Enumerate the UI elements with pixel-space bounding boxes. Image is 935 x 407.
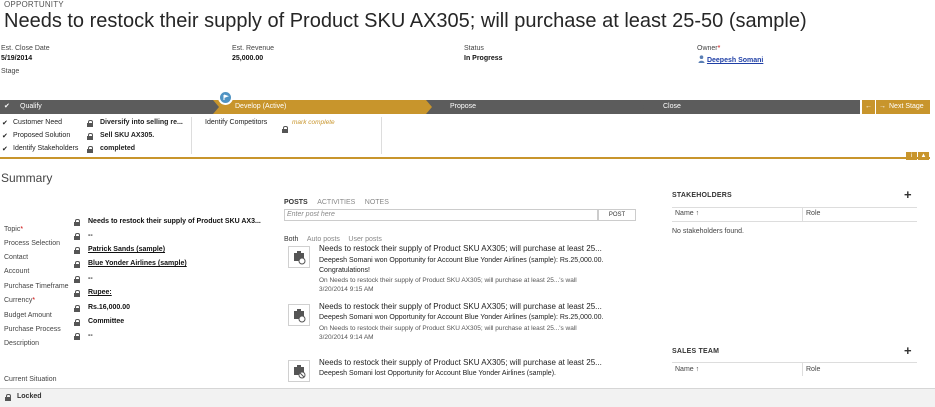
owner-label: Owner* bbox=[697, 45, 721, 52]
record-title: Needs to restock their supply of Product… bbox=[4, 10, 807, 32]
post-button[interactable]: POST bbox=[598, 209, 636, 221]
stage-label: Stage bbox=[1, 68, 20, 75]
section-separator bbox=[0, 157, 930, 159]
close-date-value[interactable]: 5/19/2014 bbox=[1, 55, 32, 62]
sales-team-title: SALES TEAM bbox=[672, 348, 720, 355]
divider bbox=[672, 207, 917, 208]
stage-chevron bbox=[213, 100, 219, 114]
lock-icon bbox=[74, 219, 80, 226]
account-link[interactable]: Blue Yonder Airlines (sample) bbox=[88, 260, 187, 267]
lock-icon bbox=[74, 261, 80, 268]
info-icon[interactable]: i bbox=[906, 152, 917, 160]
current-situation-label: Current Situation bbox=[4, 376, 57, 383]
step-row[interactable]: ✔ Customer Need Diversify into selling r… bbox=[2, 119, 183, 127]
currency-link[interactable]: Rupee: bbox=[88, 289, 112, 296]
stage-chevron bbox=[639, 100, 645, 114]
opportunity-won-icon bbox=[288, 246, 310, 268]
entity-type-label: OPPORTUNITY bbox=[4, 0, 64, 9]
field-row-description[interactable]: Description -- bbox=[4, 332, 93, 350]
add-stakeholder-button[interactable]: + bbox=[904, 187, 912, 202]
contact-link[interactable]: Patrick Sands (sample) bbox=[88, 246, 165, 253]
stage-develop[interactable]: Develop (Active) bbox=[213, 100, 426, 114]
stakeholders-title: STAKEHOLDERS bbox=[672, 192, 732, 199]
process-bar: ✔ Qualify Develop (Active) Propose Close… bbox=[0, 100, 930, 114]
step-row[interactable]: ✔ Proposed Solution Sell SKU AX305. bbox=[2, 132, 154, 140]
lock-icon bbox=[74, 319, 80, 326]
lock-icon bbox=[282, 126, 288, 133]
lock-icon bbox=[74, 290, 80, 297]
status-value[interactable]: In Progress bbox=[464, 55, 503, 62]
divider bbox=[191, 117, 192, 154]
summary-title: Summary bbox=[1, 171, 53, 185]
check-icon: ✔ bbox=[2, 133, 8, 140]
check-icon: ✔ bbox=[2, 120, 8, 127]
tab-posts[interactable]: POSTS bbox=[284, 199, 308, 206]
stage-propose[interactable]: Propose bbox=[426, 100, 639, 114]
collapse-icon[interactable]: ▲ bbox=[918, 152, 929, 160]
arrow-right-icon: → bbox=[879, 103, 886, 110]
stage-qualify[interactable]: ✔ Qualify bbox=[0, 100, 213, 114]
revenue-value[interactable]: 25,000.00 bbox=[232, 55, 263, 62]
tab-activities[interactable]: ACTIVITIES bbox=[317, 199, 355, 206]
user-icon bbox=[698, 55, 705, 63]
step-row[interactable]: Identify Competitors bbox=[205, 119, 267, 126]
mark-complete-link[interactable]: mark complete bbox=[292, 119, 335, 126]
lock-icon bbox=[74, 247, 80, 254]
divider bbox=[802, 208, 803, 221]
sort-up-icon: ↑ bbox=[695, 366, 700, 373]
divider bbox=[672, 362, 917, 363]
previous-stage-button[interactable]: ← bbox=[862, 100, 875, 114]
lock-icon bbox=[5, 394, 11, 401]
lock-icon bbox=[74, 233, 80, 240]
post-input[interactable]: Enter post here bbox=[284, 209, 598, 221]
feed-item[interactable]: Needs to restock their supply of Product… bbox=[284, 300, 634, 355]
lock-icon bbox=[74, 305, 80, 312]
stage-chevron bbox=[426, 100, 432, 114]
add-sales-team-button[interactable]: + bbox=[904, 343, 912, 358]
lock-icon bbox=[87, 133, 93, 140]
sales-team-name-header[interactable]: Name ↑ bbox=[675, 366, 699, 373]
stage-close[interactable]: Close bbox=[639, 100, 860, 114]
divider bbox=[672, 221, 917, 222]
lock-icon bbox=[74, 333, 80, 340]
step-row[interactable]: ✔ Identify Stakeholders completed bbox=[2, 145, 135, 153]
feed-item[interactable]: Needs to restock their supply of Product… bbox=[284, 356, 634, 388]
next-stage-button[interactable]: → Next Stage bbox=[876, 100, 930, 114]
opportunity-won-icon bbox=[288, 304, 310, 326]
sort-up-icon: ↑ bbox=[695, 210, 700, 217]
feed-item[interactable]: Needs to restock their supply of Product… bbox=[284, 242, 634, 297]
divider bbox=[802, 363, 803, 376]
divider bbox=[381, 117, 382, 154]
record-status: Locked bbox=[17, 393, 42, 400]
tab-notes[interactable]: NOTES bbox=[365, 199, 389, 206]
sales-team-role-header[interactable]: Role bbox=[806, 366, 820, 373]
lock-icon bbox=[87, 120, 93, 127]
lock-icon bbox=[74, 276, 80, 283]
stakeholders-role-header[interactable]: Role bbox=[806, 210, 820, 217]
revenue-label: Est. Revenue bbox=[232, 45, 275, 52]
status-bar: Locked bbox=[0, 388, 935, 407]
stakeholders-name-header[interactable]: Name ↑ bbox=[675, 210, 699, 217]
owner-field: Deepesh Somani bbox=[698, 55, 763, 64]
status-label: Status bbox=[464, 45, 484, 52]
opportunity-lost-icon bbox=[288, 360, 310, 382]
stakeholders-empty-message: No stakeholders found. bbox=[672, 228, 744, 235]
owner-link[interactable]: Deepesh Somani bbox=[707, 57, 763, 64]
posts-tabs: POSTS ACTIVITIES NOTES bbox=[284, 191, 389, 209]
check-icon: ✔ bbox=[2, 146, 8, 153]
close-date-label: Est. Close Date bbox=[1, 45, 50, 52]
check-icon: ✔ bbox=[4, 103, 10, 110]
active-stage-flag-icon bbox=[218, 90, 233, 105]
lock-icon bbox=[87, 146, 93, 153]
